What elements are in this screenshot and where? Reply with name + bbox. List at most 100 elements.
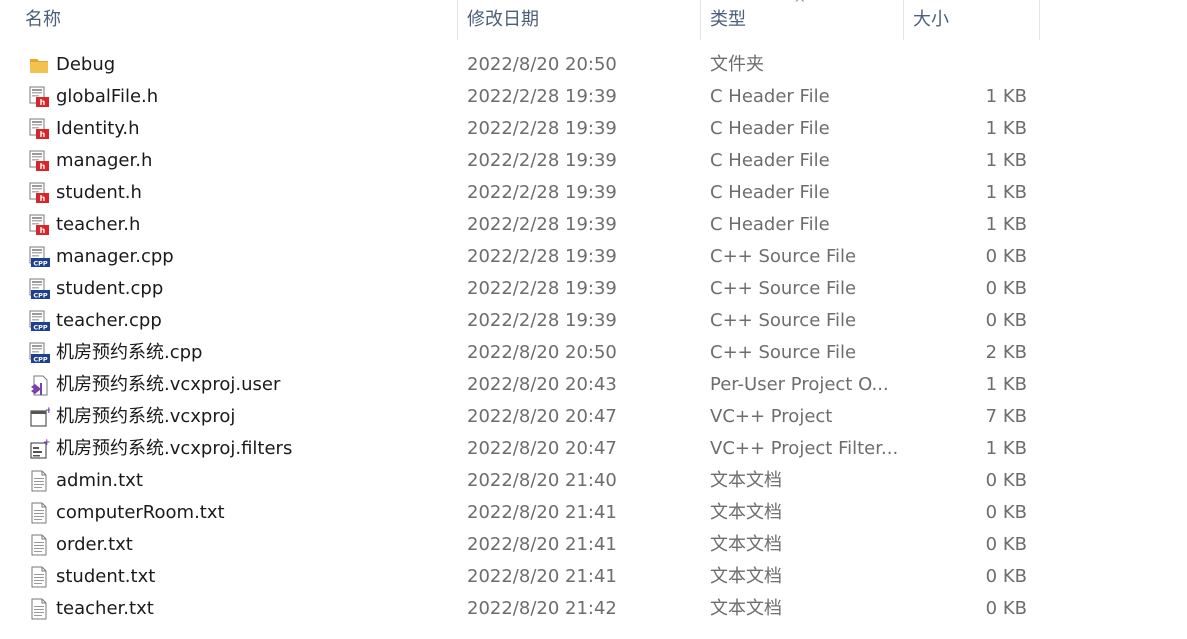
file-modified-date: 2022/8/20 21:41 <box>467 534 617 555</box>
file-row[interactable]: admin.txt 2022/8/20 21:40 文本文档 0 KB <box>0 465 1040 497</box>
file-modified-date: 2022/8/20 20:47 <box>467 438 617 459</box>
file-modified-date: 2022/8/20 20:47 <box>467 406 617 427</box>
file-size: 0 KB <box>985 310 1027 331</box>
column-divider[interactable] <box>903 0 904 40</box>
text-file-icon <box>31 502 47 524</box>
svg-text:CPP: CPP <box>33 324 48 332</box>
svg-text:CPP: CPP <box>33 260 48 268</box>
file-modified-date: 2022/8/20 21:41 <box>467 566 617 587</box>
c-header-file-icon: h <box>29 214 49 235</box>
file-name: Debug <box>56 54 116 75</box>
file-row[interactable]: computerRoom.txt 2022/8/20 21:41 文本文档 0 KB <box>0 497 1040 529</box>
file-type: C Header File <box>710 118 830 139</box>
file-size: 1 KB <box>985 118 1027 139</box>
c-header-file-icon: h <box>29 86 49 107</box>
file-name: computerRoom.txt <box>56 502 225 523</box>
cpp-source-file-icon: CPP <box>29 246 50 268</box>
file-row[interactable]: h globalFile.h 2022/2/28 19:39 C Header Fil… <box>0 81 1040 113</box>
file-modified-date: 2022/8/20 20:50 <box>467 342 617 363</box>
file-modified-date: 2022/2/28 19:39 <box>467 310 617 331</box>
file-type: 文件夹 <box>710 54 764 75</box>
text-file-icon <box>31 598 47 620</box>
file-row[interactable]: CPP teacher.cpp 2022/2/28 19:39 C++ Source … <box>0 305 1040 337</box>
file-type: 文本文档 <box>710 534 782 555</box>
file-size: 0 KB <box>985 566 1027 587</box>
file-row[interactable]: order.txt 2022/8/20 21:41 文本文档 0 KB <box>0 529 1040 561</box>
file-modified-date: 2022/2/28 19:39 <box>467 182 617 203</box>
file-modified-date: 2022/8/20 21:40 <box>467 470 617 491</box>
c-header-file-icon: h <box>29 150 49 171</box>
cpp-source-file-icon: CPP <box>29 342 50 364</box>
file-type: 文本文档 <box>710 470 782 491</box>
file-type: 文本文档 <box>710 566 782 587</box>
file-modified-date: 2022/8/20 21:41 <box>467 502 617 523</box>
file-name: 机房预约系统.cpp <box>56 342 203 363</box>
file-type: C++ Source File <box>710 246 857 267</box>
svg-text:h: h <box>40 226 46 235</box>
file-row[interactable]: student.txt 2022/8/20 21:41 文本文档 0 KB <box>0 561 1040 593</box>
column-header-name[interactable]: 名称 <box>17 0 457 40</box>
file-size: 0 KB <box>985 502 1027 523</box>
file-row[interactable]: teacher.txt 2022/8/20 21:42 文本文档 0 KB <box>0 593 1040 625</box>
file-row[interactable]: CPP student.cpp 2022/2/28 19:39 C++ Source … <box>0 273 1040 305</box>
svg-text:h: h <box>40 98 46 107</box>
column-divider[interactable] <box>700 0 701 40</box>
file-row[interactable]: ++ 机房预约系统.vcxproj.filters 2022/8/20 20:47 V… <box>0 433 1040 465</box>
file-modified-date: 2022/2/28 19:39 <box>467 278 617 299</box>
file-type: C Header File <box>710 86 830 107</box>
column-header-size[interactable]: 大小 <box>905 0 1039 40</box>
file-size: 1 KB <box>985 438 1027 459</box>
column-header-date[interactable]: 修改日期 <box>459 0 699 40</box>
file-type: C Header File <box>710 214 830 235</box>
svg-text:++: ++ <box>45 406 50 416</box>
svg-text:h: h <box>40 130 46 139</box>
column-divider[interactable] <box>1039 0 1040 40</box>
file-name: teacher.cpp <box>56 310 162 331</box>
file-row[interactable]: ++ 机房预约系统.vcxproj 2022/8/20 20:47 VC++ Proj… <box>0 401 1040 433</box>
file-row[interactable]: 机房预约系统.vcxproj.user 2022/8/20 20:43 Per-Us… <box>0 369 1040 401</box>
file-type: VC++ Project Filter... <box>710 438 899 459</box>
file-modified-date: 2022/2/28 19:39 <box>467 118 617 139</box>
file-type: C Header File <box>710 182 830 203</box>
file-name: student.h <box>56 182 142 203</box>
column-divider[interactable] <box>457 0 458 40</box>
file-row[interactable]: h manager.h 2022/2/28 19:39 C Header File 1 … <box>0 145 1040 177</box>
sort-ascending-icon: ^ <box>794 0 806 12</box>
file-row[interactable]: CPP manager.cpp 2022/2/28 19:39 C++ Source … <box>0 241 1040 273</box>
file-type: C++ Source File <box>710 278 857 299</box>
file-size: 0 KB <box>985 278 1027 299</box>
file-type: 文本文档 <box>710 598 782 619</box>
file-name: order.txt <box>56 534 133 555</box>
file-type: C Header File <box>710 150 830 171</box>
vcxproj-filters-file-icon: ++ <box>30 438 50 459</box>
file-size: 0 KB <box>985 598 1027 619</box>
file-size: 1 KB <box>985 374 1027 395</box>
file-modified-date: 2022/2/28 19:39 <box>467 150 617 171</box>
vcxproj-file-icon: ++ <box>30 406 50 427</box>
text-file-icon <box>31 470 47 492</box>
file-name: student.cpp <box>56 278 164 299</box>
file-name: teacher.h <box>56 214 141 235</box>
file-size: 1 KB <box>985 182 1027 203</box>
svg-text:CPP: CPP <box>33 292 48 300</box>
file-name: manager.h <box>56 150 153 171</box>
file-name: 机房预约系统.vcxproj.filters <box>56 438 293 459</box>
file-modified-date: 2022/2/28 19:39 <box>467 246 617 267</box>
file-row[interactable]: h teacher.h 2022/2/28 19:39 C Header File 1 … <box>0 209 1040 241</box>
file-size: 1 KB <box>985 86 1027 107</box>
file-size: 0 KB <box>985 470 1027 491</box>
file-row[interactable]: CPP 机房预约系统.cpp 2022/8/20 20:50 C++ Source F… <box>0 337 1040 369</box>
file-name: admin.txt <box>56 470 143 491</box>
svg-text:++: ++ <box>43 438 50 448</box>
file-size: 0 KB <box>985 246 1027 267</box>
file-row[interactable]: h Identity.h 2022/2/28 19:39 C Header File 1… <box>0 113 1040 145</box>
file-modified-date: 2022/8/20 21:42 <box>467 598 617 619</box>
file-size: 7 KB <box>985 406 1027 427</box>
file-size <box>920 49 1027 81</box>
file-name: 机房预约系统.vcxproj.user <box>56 374 281 395</box>
file-name: student.txt <box>56 566 156 587</box>
file-modified-date: 2022/2/28 19:39 <box>467 214 617 235</box>
file-row[interactable]: h student.h 2022/2/28 19:39 C Header File 1 … <box>0 177 1040 209</box>
c-header-file-icon: h <box>29 118 49 139</box>
file-row[interactable]: Debug 2022/8/20 20:50 文件夹 <box>0 49 1040 81</box>
